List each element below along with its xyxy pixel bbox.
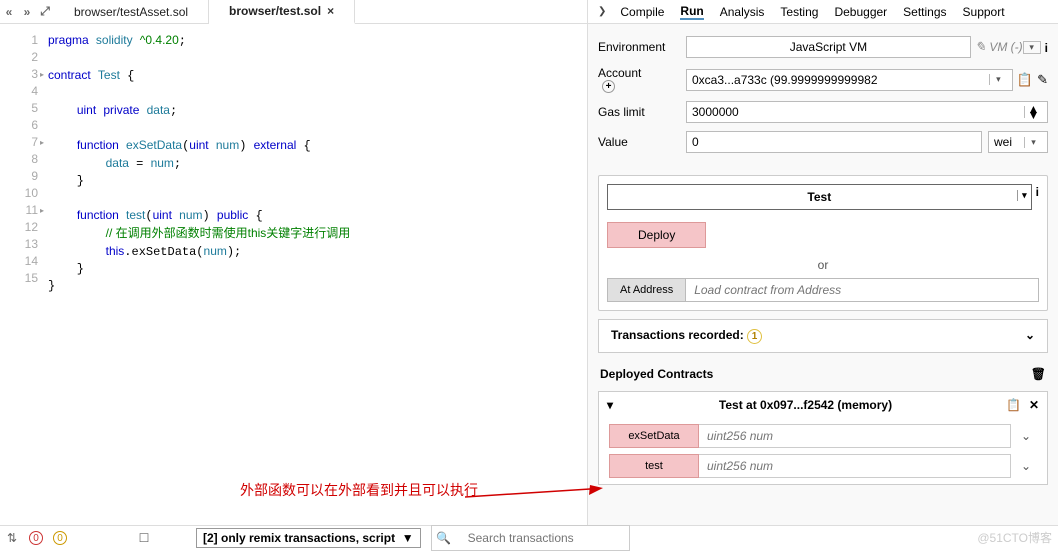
tab-testasset[interactable]: browser/testAsset.sol <box>54 0 209 24</box>
or-label: or <box>607 258 1039 272</box>
vm-note: ✎ VM (-) <box>975 39 1023 55</box>
toggle-console-icon[interactable]: ⇅ <box>0 526 24 550</box>
tab-label: browser/testAsset.sol <box>74 5 188 19</box>
annotation-text: 外部函数可以在外部看到并且可以执行 <box>240 480 478 500</box>
close-icon[interactable]: ✕ <box>1029 398 1039 412</box>
expand-icon[interactable]: ⌄ <box>1015 454 1037 478</box>
info-icon[interactable]: i <box>1045 40 1048 55</box>
contract-instance: ▾ Test at 0x097...f2542 (memory) 📋 ✕ exS… <box>598 391 1048 485</box>
search-icon[interactable]: 🔍 <box>432 526 456 550</box>
add-account-icon[interactable]: + <box>602 80 615 93</box>
at-address-button[interactable]: At Address <box>607 278 686 302</box>
copy-icon[interactable]: 📋 <box>1017 72 1033 88</box>
error-count-badge[interactable]: 0 <box>24 526 48 550</box>
edit-icon[interactable]: ✎ <box>1037 72 1048 88</box>
chevron-down-icon[interactable]: ▾ <box>1024 137 1042 148</box>
tabs-scroll-right-icon[interactable]: » <box>18 0 36 24</box>
tx-count-badge: 1 <box>747 329 762 344</box>
tx-filter-select[interactable]: [2] only remix transactions, script ▼ <box>196 528 421 548</box>
menu-scroll-icon[interactable]: ❯ <box>598 6 606 17</box>
deployed-contracts-header: Deployed Contracts 🗑 <box>588 361 1058 387</box>
env-dropdown-icon[interactable]: ▾ <box>1023 41 1041 54</box>
gaslimit-label: Gas limit <box>598 105 686 119</box>
menu-debugger[interactable]: Debugger <box>834 5 887 19</box>
function-row: test ⌄ <box>609 454 1037 478</box>
menu-compile[interactable]: Compile <box>620 5 664 19</box>
line-gutter: 123456789101112131415 <box>0 24 44 525</box>
value-unit-select[interactable]: wei▾ <box>988 131 1048 153</box>
run-config: Environment JavaScript VM ✎ VM (-) ▾ i A… <box>588 24 1058 167</box>
tabs-expand-icon[interactable]: ⤢ <box>36 0 54 24</box>
instance-title: Test at 0x097...f2542 (memory) <box>613 398 998 412</box>
account-select[interactable]: 0xca3...a733c (99.9999999999982▾ <box>686 69 1013 91</box>
menu-settings[interactable]: Settings <box>903 5 946 19</box>
chevron-down-icon[interactable]: ⌄ <box>1025 328 1035 344</box>
gaslimit-input[interactable]: 3000000▲▼ <box>686 101 1048 123</box>
tab-test[interactable]: browser/test.sol × <box>209 0 355 24</box>
func-exsetdata-button[interactable]: exSetData <box>609 424 699 448</box>
func-exsetdata-input[interactable] <box>699 424 1011 448</box>
expand-icon[interactable]: ⌄ <box>1015 424 1037 448</box>
func-test-button[interactable]: test <box>609 454 699 478</box>
warn-count-badge[interactable]: 0 <box>48 526 72 550</box>
info-icon[interactable]: i <box>1036 184 1039 210</box>
stepper-icon[interactable]: ▲▼ <box>1024 106 1042 118</box>
editor-pane: « » ⤢ browser/testAsset.sol browser/test… <box>0 0 588 525</box>
checkbox[interactable]: ☐ <box>132 526 156 550</box>
contract-select[interactable]: Test <box>607 184 1032 210</box>
menu-analysis[interactable]: Analysis <box>720 5 765 19</box>
function-row: exSetData ⌄ <box>609 424 1037 448</box>
deploy-button[interactable]: Deploy <box>607 222 706 248</box>
search-input[interactable] <box>462 528 629 548</box>
side-panel: ❯ Compile Run Analysis Testing Debugger … <box>588 0 1058 525</box>
menu-run[interactable]: Run <box>680 4 703 20</box>
transactions-recorded[interactable]: Transactions recorded: 1 ⌄ <box>598 319 1048 353</box>
value-input[interactable]: 0 <box>686 131 982 153</box>
copy-icon[interactable]: 📋 <box>1006 398 1021 412</box>
value-label: Value <box>598 135 686 149</box>
side-menu: ❯ Compile Run Analysis Testing Debugger … <box>588 0 1058 24</box>
console-bar: ⇅ 0 0 ☐ [2] only remix transactions, scr… <box>0 525 1058 550</box>
annotation-arrow <box>465 483 605 508</box>
code-editor[interactable]: 123456789101112131415 pragma solidity ^0… <box>0 24 587 525</box>
watermark: @51CTO博客 <box>977 529 1052 546</box>
tab-bar: « » ⤢ browser/testAsset.sol browser/test… <box>0 0 587 24</box>
menu-support[interactable]: Support <box>963 5 1005 19</box>
account-label: Account + <box>598 66 686 93</box>
trash-icon[interactable]: 🗑 <box>1031 367 1046 381</box>
env-label: Environment <box>598 40 686 54</box>
menu-testing[interactable]: Testing <box>780 5 818 19</box>
chevron-down-icon[interactable]: ▾ <box>989 74 1007 85</box>
env-select[interactable]: JavaScript VM <box>686 36 971 58</box>
search-box: 🔍 <box>431 525 630 551</box>
code-content[interactable]: pragma solidity ^0.4.20; contract Test {… <box>44 24 587 525</box>
deploy-section: Test i Deploy or At Address <box>598 175 1048 311</box>
tab-label: browser/test.sol <box>229 4 321 18</box>
at-address-input[interactable] <box>686 278 1039 302</box>
tabs-scroll-left-icon[interactable]: « <box>0 0 18 24</box>
close-icon[interactable]: × <box>327 4 334 18</box>
func-test-input[interactable] <box>699 454 1011 478</box>
